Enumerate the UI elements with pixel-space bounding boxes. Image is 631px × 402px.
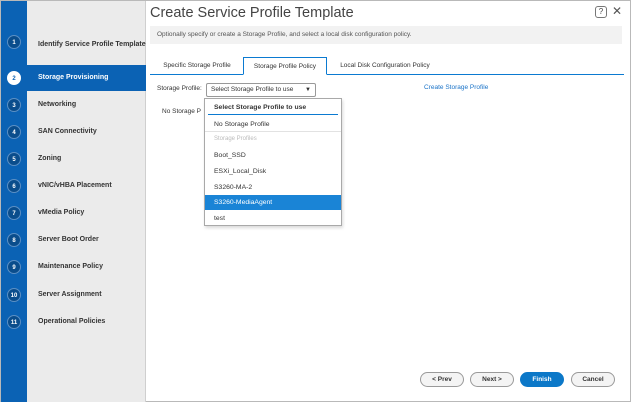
next-button[interactable]: Next > <box>470 372 514 387</box>
step-number-5: 5 <box>7 152 21 166</box>
cancel-button[interactable]: Cancel <box>571 372 615 387</box>
nav-step-operational-policies[interactable]: Operational Policies <box>27 309 146 335</box>
close-icon[interactable]: ✕ <box>612 4 622 18</box>
nav-step-storage-provisioning[interactable]: Storage Provisioning <box>27 65 146 91</box>
step-number-8: 8 <box>7 233 21 247</box>
nav-step-vmedia-policy[interactable]: vMedia Policy <box>27 200 146 226</box>
step-number-2: 2 <box>7 71 21 85</box>
tab-local-disk-configuration-policy[interactable]: Local Disk Configuration Policy <box>333 57 437 75</box>
dropdown-option-no-storage-profile[interactable]: No Storage Profile <box>205 117 341 132</box>
page-title: Create Service Profile Template <box>150 5 354 21</box>
create-storage-profile-link[interactable]: Create Storage Profile <box>424 84 488 91</box>
prev-button[interactable]: < Prev <box>420 372 464 387</box>
tab-storage-profile-policy[interactable]: Storage Profile Policy <box>243 57 327 75</box>
nav-step-identify-service-profile-template[interactable]: Identify Service Profile Template <box>27 28 146 62</box>
nav-step-san-connectivity[interactable]: SAN Connectivity <box>27 119 146 145</box>
step-number-7: 7 <box>7 206 21 220</box>
page-subtitle: Optionally specify or create a Storage P… <box>150 26 622 44</box>
dropdown-option-s3260-ma-2[interactable]: S3260-MA-2 <box>205 180 341 195</box>
tab-specific-storage-profile[interactable]: Specific Storage Profile <box>154 57 240 75</box>
help-icon[interactable]: ? <box>595 6 607 18</box>
dropdown-header: Select Storage Profile to use <box>208 101 338 115</box>
chevron-down-icon: ▼ <box>305 87 311 93</box>
nav-step-zoning[interactable]: Zoning <box>27 146 146 172</box>
nav-step-networking[interactable]: Networking <box>27 92 146 118</box>
step-number-3: 3 <box>7 98 21 112</box>
dropdown-option-s3260-mediaagent[interactable]: S3260-MediaAgent <box>205 195 341 210</box>
step-number-1: 1 <box>7 35 21 49</box>
dropdown-option-esxi-local-disk[interactable]: ESXi_Local_Disk <box>205 164 341 179</box>
create-service-profile-template-dialog: 1 Identify Service Profile Template 2 St… <box>0 0 631 402</box>
dropdown-option-boot-ssd[interactable]: Boot_SSD <box>205 148 341 163</box>
step-number-9: 9 <box>7 260 21 274</box>
finish-button[interactable]: Finish <box>520 372 564 387</box>
storage-profile-select-value: Select Storage Profile to use <box>211 86 294 93</box>
storage-profile-select[interactable]: Select Storage Profile to use ▼ <box>206 83 316 97</box>
step-number-4: 4 <box>7 125 21 139</box>
step-number-bar <box>1 1 27 402</box>
step-number-11: 11 <box>7 315 21 329</box>
tab-bar: Specific Storage Profile Storage Profile… <box>150 57 624 75</box>
storage-profile-dropdown: Select Storage Profile to use No Storage… <box>204 98 342 226</box>
dropdown-option-test[interactable]: test <box>205 211 341 226</box>
nav-step-maintenance-policy[interactable]: Maintenance Policy <box>27 254 146 280</box>
no-storage-profile-text: No Storage P <box>162 108 202 115</box>
nav-step-server-boot-order[interactable]: Server Boot Order <box>27 227 146 253</box>
dropdown-group-storage-profiles: Storage Profiles <box>214 136 257 142</box>
storage-profile-label: Storage Profile: <box>157 85 202 92</box>
nav-step-vnic-vhba-placement[interactable]: vNIC/vHBA Placement <box>27 173 146 199</box>
step-number-6: 6 <box>7 179 21 193</box>
step-number-10: 10 <box>7 288 21 302</box>
nav-step-server-assignment[interactable]: Server Assignment <box>27 282 146 308</box>
